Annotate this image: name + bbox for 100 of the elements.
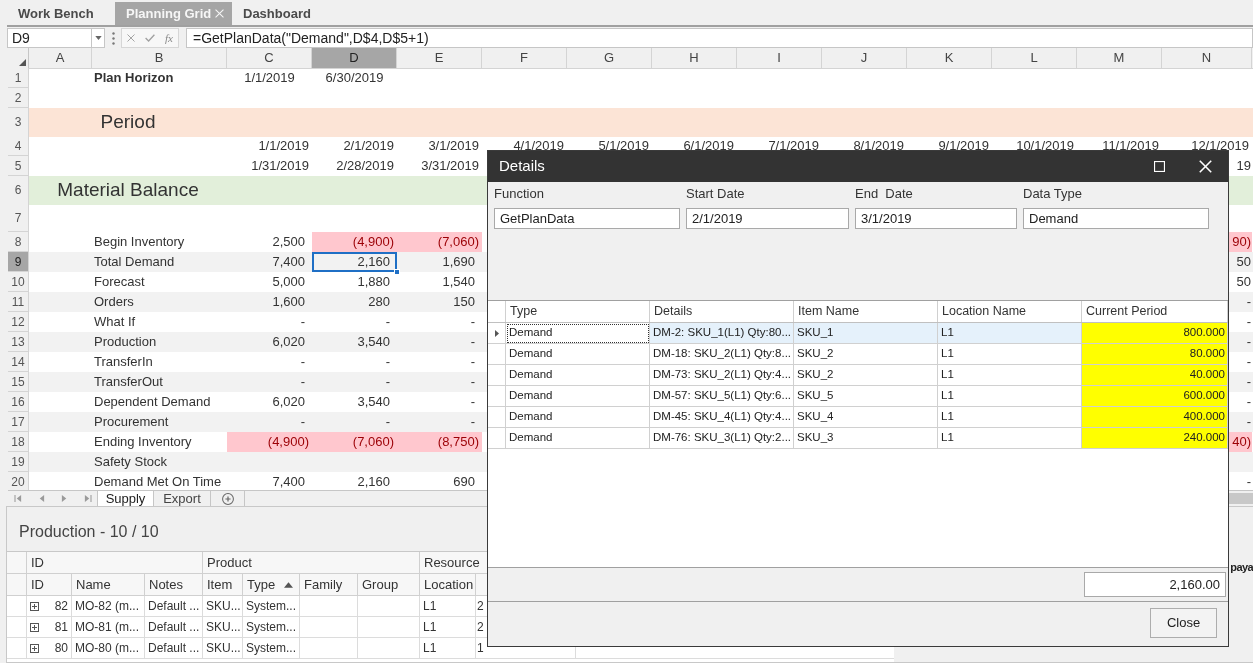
column-header[interactable]: Current Period bbox=[1082, 301, 1228, 322]
formula-input[interactable]: =GetPlanData("Demand",D$4,D$5+1) bbox=[186, 28, 1253, 48]
sheet-cell[interactable]: 1,540 bbox=[397, 272, 482, 292]
sheet-cell[interactable]: 3,540 bbox=[312, 392, 397, 412]
sheet-cell[interactable]: 6/30/2019 bbox=[312, 68, 397, 88]
sheet-cell[interactable]: 3/1/2019 bbox=[397, 136, 482, 156]
sheet-cell[interactable]: 2,160 bbox=[312, 472, 397, 490]
select-all-icon[interactable] bbox=[19, 58, 26, 66]
fill-handle[interactable] bbox=[394, 269, 400, 275]
sheet-cell[interactable]: - bbox=[312, 372, 397, 392]
tab[interactable]: Dashboard bbox=[232, 2, 324, 25]
close-button[interactable]: Close bbox=[1150, 608, 1217, 638]
row-header[interactable]: 18 bbox=[8, 432, 29, 452]
column-header[interactable]: Type bbox=[506, 301, 650, 322]
row-header[interactable]: 3 bbox=[8, 108, 29, 137]
column-header[interactable]: B bbox=[92, 48, 227, 69]
column-header[interactable]: Item Name bbox=[794, 301, 938, 322]
cancel-icon[interactable] bbox=[127, 34, 135, 42]
column-header[interactable]: Notes bbox=[145, 574, 203, 596]
column-header[interactable]: J bbox=[822, 48, 907, 69]
column-header[interactable]: C bbox=[227, 48, 312, 69]
sheet-cell[interactable]: - bbox=[312, 352, 397, 372]
sheet-cell[interactable]: 7,400 bbox=[227, 472, 312, 490]
sheet-cell[interactable]: (4,900) bbox=[227, 432, 312, 452]
row-header[interactable]: 12 bbox=[8, 312, 29, 332]
expand-icon[interactable] bbox=[30, 622, 39, 632]
sheet-cell[interactable]: - bbox=[227, 372, 312, 392]
sheet-cell[interactable]: - bbox=[227, 312, 312, 332]
next-sheet-icon[interactable] bbox=[60, 495, 69, 502]
column-header[interactable]: Item bbox=[203, 574, 243, 596]
column-header[interactable]: Location Name bbox=[938, 301, 1082, 322]
sheet-cell[interactable]: - bbox=[397, 312, 482, 332]
row-header[interactable]: 16 bbox=[8, 392, 29, 412]
check-icon[interactable] bbox=[145, 34, 155, 42]
sheet-cell[interactable]: 3/31/2019 bbox=[397, 156, 482, 176]
sheet-cell[interactable]: 5,000 bbox=[227, 272, 312, 292]
column-header[interactable]: Group bbox=[358, 574, 420, 596]
total-field[interactable]: 2,160.00 bbox=[1084, 572, 1226, 597]
column-header[interactable]: Name bbox=[72, 574, 145, 596]
sheet-cell[interactable]: - bbox=[312, 412, 397, 432]
row-header[interactable]: 8 bbox=[8, 232, 29, 252]
sheet-cell[interactable]: 6,020 bbox=[227, 392, 312, 412]
sheet-cell[interactable]: - bbox=[227, 352, 312, 372]
sheet-cell[interactable]: - bbox=[312, 312, 397, 332]
sheet-cell[interactable]: - bbox=[397, 352, 482, 372]
row-header[interactable]: 1 bbox=[8, 68, 29, 88]
sheet-cell[interactable]: (4,900) bbox=[312, 232, 397, 252]
row-header[interactable]: 2 bbox=[8, 88, 29, 108]
column-header[interactable]: G bbox=[567, 48, 652, 69]
column-header[interactable]: A bbox=[29, 48, 92, 69]
row-header[interactable]: 19 bbox=[8, 452, 29, 472]
row-header[interactable]: 6 bbox=[8, 176, 29, 205]
column-header[interactable]: Details bbox=[650, 301, 794, 322]
sheet-cell[interactable]: 1,880 bbox=[312, 272, 397, 292]
column-header[interactable]: Location bbox=[420, 574, 476, 596]
column-header[interactable]: Type bbox=[243, 574, 300, 596]
column-header[interactable]: K bbox=[907, 48, 992, 69]
row-header[interactable]: 11 bbox=[8, 292, 29, 312]
row-header[interactable]: 14 bbox=[8, 352, 29, 372]
sheet-cell[interactable]: (7,060) bbox=[397, 232, 482, 252]
column-header[interactable]: M bbox=[1077, 48, 1162, 69]
row-header[interactable]: 4 bbox=[8, 136, 29, 156]
close-icon[interactable] bbox=[215, 9, 224, 18]
sheet-cell[interactable]: 280 bbox=[312, 292, 397, 312]
text-field[interactable]: GetPlanData bbox=[494, 208, 680, 229]
sheet-cell[interactable]: 2/28/2019 bbox=[312, 156, 397, 176]
sheet-cell[interactable]: - bbox=[397, 372, 482, 392]
sheet-cell[interactable]: 6,020 bbox=[227, 332, 312, 352]
row-header[interactable]: 20 bbox=[8, 472, 29, 490]
sheet-cell[interactable]: 1/31/2019 bbox=[227, 156, 312, 176]
tab[interactable]: Work Bench bbox=[7, 2, 115, 25]
first-sheet-icon[interactable] bbox=[14, 495, 23, 502]
sheet-cell[interactable]: 3,540 bbox=[312, 332, 397, 352]
row-header[interactable]: 10 bbox=[8, 272, 29, 292]
text-field[interactable]: 3/1/2019 bbox=[855, 208, 1017, 229]
previous-sheet-icon[interactable] bbox=[37, 495, 46, 502]
row-header[interactable]: 7 bbox=[8, 204, 29, 232]
expand-icon[interactable] bbox=[30, 601, 39, 611]
text-field[interactable]: 2/1/2019 bbox=[686, 208, 849, 229]
sheet-cell[interactable]: - bbox=[397, 392, 482, 412]
row-header[interactable]: 15 bbox=[8, 372, 29, 392]
sheet-cell[interactable]: - bbox=[397, 412, 482, 432]
column-header[interactable]: L bbox=[992, 48, 1077, 69]
sheet-cell[interactable]: 7,400 bbox=[227, 252, 312, 272]
column-header[interactable]: H bbox=[652, 48, 737, 69]
last-sheet-icon[interactable] bbox=[83, 495, 92, 502]
sheet-cell[interactable]: 690 bbox=[397, 472, 482, 490]
expand-icon[interactable] bbox=[30, 643, 39, 653]
sheet-cell[interactable]: 1,600 bbox=[227, 292, 312, 312]
sheet-tab[interactable]: Supply bbox=[97, 491, 154, 506]
column-header[interactable]: Family bbox=[300, 574, 358, 596]
row-header[interactable]: 17 bbox=[8, 412, 29, 432]
name-box-dropdown[interactable] bbox=[92, 28, 105, 48]
sheet-cell[interactable]: 2/1/2019 bbox=[312, 136, 397, 156]
sheet-cell[interactable]: (7,060) bbox=[312, 432, 397, 452]
row-header[interactable]: 13 bbox=[8, 332, 29, 352]
name-box[interactable]: D9 bbox=[7, 28, 92, 48]
sheet-cell[interactable]: 2,160 bbox=[312, 252, 397, 272]
sheet-cell[interactable]: 1/1/2019 bbox=[227, 68, 312, 88]
column-header[interactable]: E bbox=[397, 48, 482, 69]
